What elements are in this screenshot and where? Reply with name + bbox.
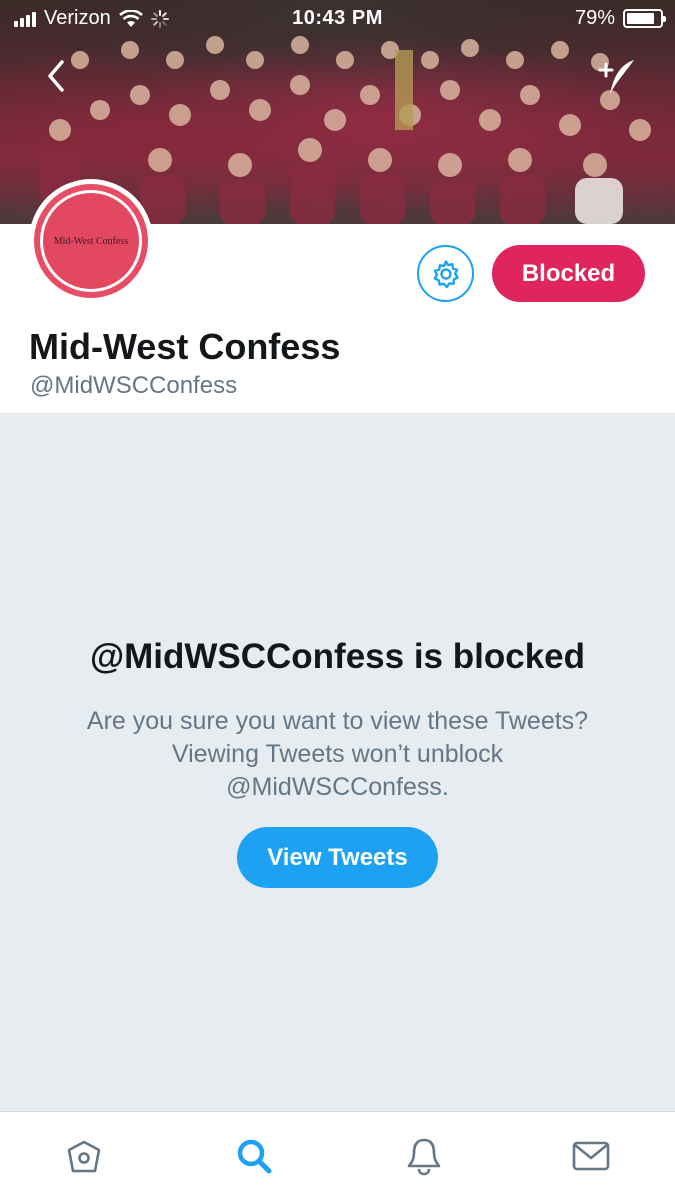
tab-messages[interactable]: [569, 1134, 613, 1178]
chevron-left-icon: [48, 60, 64, 92]
clock: 10:43 PM: [292, 7, 383, 29]
mail-icon: [572, 1141, 610, 1171]
tab-search[interactable]: [232, 1134, 276, 1178]
battery-percent: 79%: [574, 7, 615, 29]
tab-bar: [0, 1111, 675, 1200]
status-bar: Verizon 10:43 PM 79%: [0, 0, 675, 38]
search-icon: [237, 1139, 272, 1174]
compose-tweet-button[interactable]: [596, 56, 638, 98]
compose-tweet-icon: [598, 60, 634, 94]
tab-home[interactable]: [62, 1134, 106, 1178]
profile-display-name: Mid-West Confess: [29, 326, 341, 367]
blocked-message: Are you sure you want to view these Twee…: [86, 707, 589, 801]
blocked-notice-panel: @MidWSCConfess is blocked Are you sure y…: [0, 413, 675, 1111]
settings-button[interactable]: [417, 245, 474, 302]
gear-icon: [433, 259, 459, 288]
avatar[interactable]: Mid-West Confess: [29, 179, 153, 303]
bell-icon: [407, 1138, 441, 1176]
home-icon: [67, 1140, 101, 1173]
profile-handle: @MidWSCConfess: [30, 372, 238, 399]
back-button[interactable]: [42, 58, 72, 94]
blocked-button[interactable]: Blocked: [492, 245, 645, 302]
battery-icon: [623, 9, 666, 28]
tab-notifications[interactable]: [402, 1134, 446, 1178]
blocked-title: @MidWSCConfess is blocked: [89, 637, 586, 676]
avatar-text: Mid-West Confess: [53, 235, 129, 247]
view-tweets-button[interactable]: View Tweets: [237, 827, 438, 888]
